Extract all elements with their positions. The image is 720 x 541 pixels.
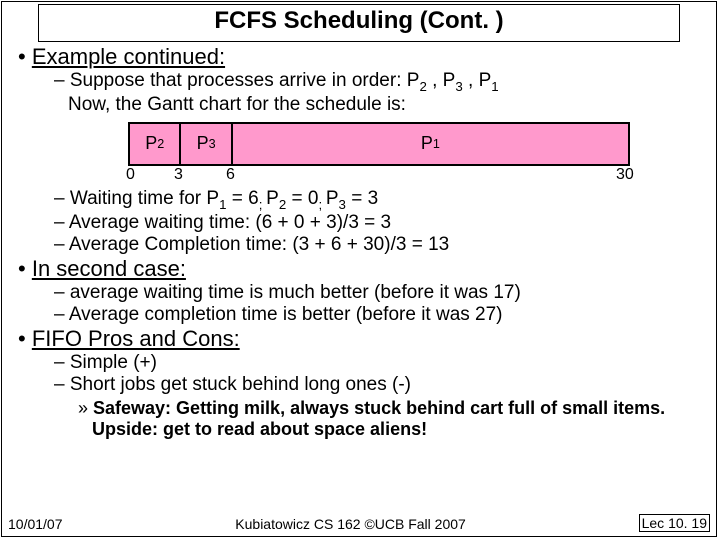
text: Average waiting time: (6 + 0 + 3)/3 = 3 (69, 212, 391, 233)
text: FIFO Pros and Cons: (32, 326, 240, 351)
footer-date: 10/01/07 (8, 516, 63, 532)
label: P (197, 133, 209, 154)
bullet-waiting-time: – Waiting time for P1 = 6; P2 = 0; P3 = … (54, 188, 716, 212)
text: P (266, 188, 279, 209)
bullet-avg-wait: – Average waiting time: (6 + 0 + 3)/3 = … (54, 212, 716, 234)
gantt-cell-p1: P1 (233, 124, 630, 164)
footer-center: Kubiatowicz CS 162 ©UCB Fall 2007 (63, 516, 639, 532)
text: , P (463, 70, 492, 91)
text: Safeway: Getting milk, always stuck behi… (92, 398, 665, 439)
gantt-ticks: 0 3 6 30 (126, 166, 630, 186)
footer-lecnum: Lec 10. 19 (639, 514, 710, 532)
bullet-avg-completion: – Average Completion time: (3 + 6 + 30)/… (54, 234, 716, 256)
slide-frame: FCFS Scheduling (Cont. ) • Example conti… (1, 1, 717, 537)
gantt-row: P2 P3 P1 (128, 122, 630, 166)
gantt-chart: P2 P3 P1 0 3 6 30 (128, 122, 716, 186)
text: = 6 (227, 188, 259, 209)
text: P (326, 188, 339, 209)
bullet-b2b: – Average completion time is better (bef… (54, 304, 716, 326)
bullet-fifo: • FIFO Pros and Cons: (18, 326, 716, 352)
text: Average Completion time: (3 + 6 + 30)/3 … (69, 234, 449, 255)
sub: 1 (219, 197, 226, 212)
text: Example continued: (32, 44, 225, 69)
slide-title: FCFS Scheduling (Cont. ) (214, 7, 503, 34)
sub: 3 (339, 197, 346, 212)
text: Suppose that processes arrive in order: … (70, 70, 420, 91)
bullet-b3a: – Simple (+) (54, 352, 716, 374)
text: Waiting time for P (70, 188, 219, 209)
sub: 2 (157, 137, 164, 151)
bullet-example-continued: • Example continued: (18, 44, 716, 70)
gantt-cell-p2: P2 (130, 124, 181, 164)
sub: 2 (419, 79, 426, 94)
gantt-cell-p3: P3 (181, 124, 232, 164)
sub: 3 (455, 79, 462, 94)
slide-footer: 10/01/07 Kubiatowicz CS 162 ©UCB Fall 20… (8, 514, 710, 532)
bullet-b3b: – Short jobs get stuck behind long ones … (54, 374, 716, 396)
sub: 3 (209, 137, 216, 151)
text: = 0 (286, 188, 318, 209)
bullet-b2a: – average waiting time is much better (b… (54, 282, 716, 304)
tick-6: 6 (226, 166, 235, 184)
semi: ; (318, 197, 325, 212)
text: , P (427, 70, 456, 91)
text: = 3 (346, 188, 378, 209)
bullet-suppose: – Suppose that processes arrive in order… (54, 70, 716, 116)
bullet-second-case: • In second case: (18, 256, 716, 282)
sub: 1 (491, 79, 498, 94)
text: Average completion time is better (befor… (69, 304, 503, 325)
tick-30: 30 (616, 166, 634, 184)
sub: 1 (433, 137, 440, 151)
bullet-b3c: » Safeway: Getting milk, always stuck be… (78, 398, 716, 440)
text: In second case: (32, 256, 186, 281)
text: Short jobs get stuck behind long ones (-… (70, 374, 411, 395)
tick-0: 0 (126, 166, 135, 184)
label: P (145, 133, 157, 154)
text: Now, the Gantt chart for the schedule is… (68, 94, 406, 115)
tick-3: 3 (174, 166, 183, 184)
title-box: FCFS Scheduling (Cont. ) (38, 4, 680, 42)
text: Simple (+) (70, 352, 157, 373)
label: P (421, 133, 433, 154)
text: average waiting time is much better (bef… (70, 282, 521, 303)
